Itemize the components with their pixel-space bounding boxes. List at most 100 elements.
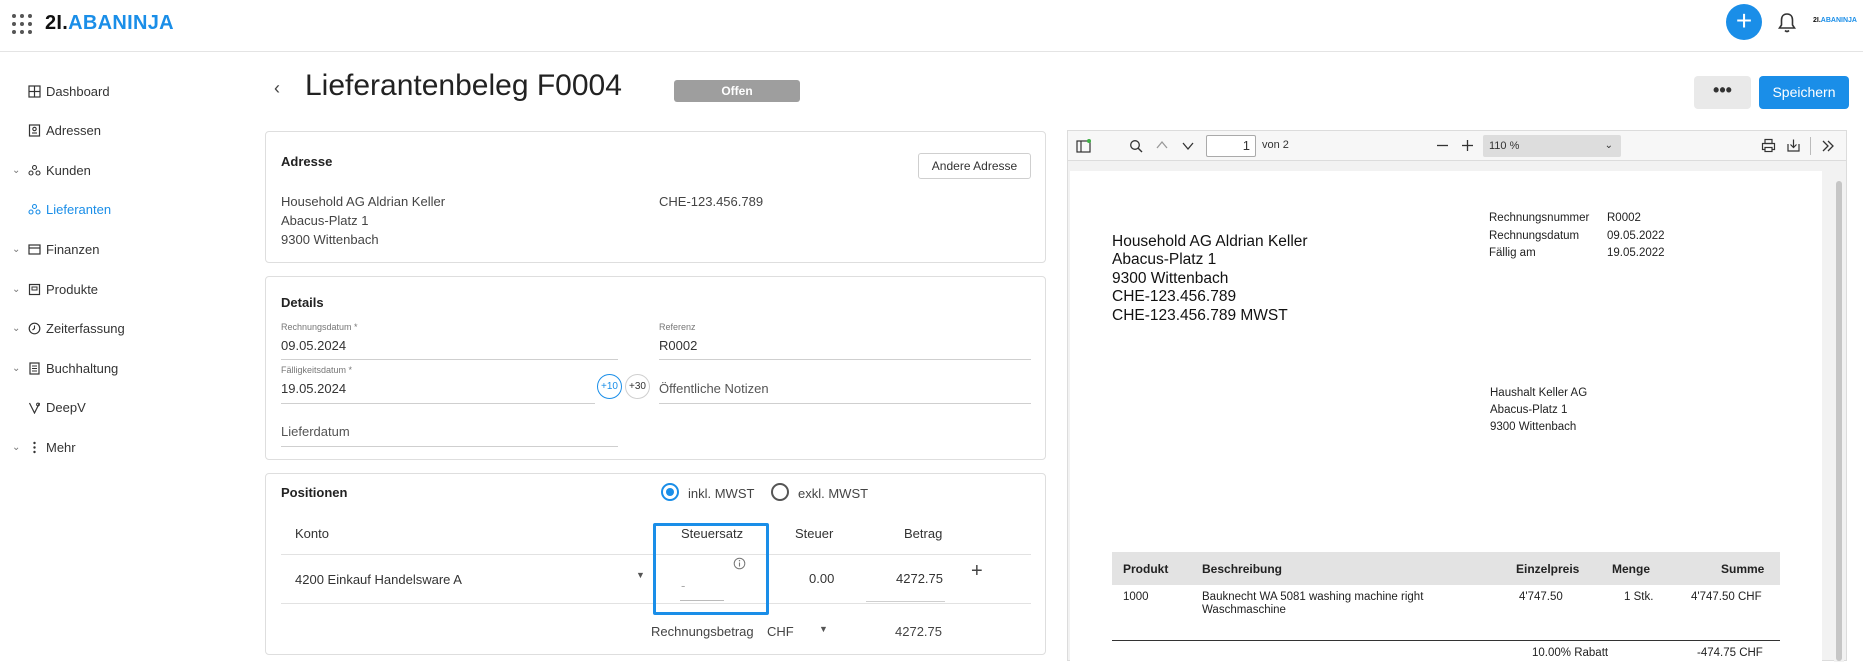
page-number-input[interactable]: 1 bbox=[1206, 135, 1256, 157]
pdf-meta-label: Fällig am bbox=[1489, 247, 1536, 259]
notifications-bell-icon[interactable] bbox=[1777, 12, 1797, 34]
details-heading: Details bbox=[281, 295, 324, 310]
pdf-meta-value: 19.05.2022 bbox=[1607, 247, 1665, 259]
create-new-button[interactable]: + bbox=[1726, 4, 1762, 40]
field-underline bbox=[281, 403, 595, 404]
plus-30-days-chip[interactable]: +30 bbox=[625, 374, 650, 399]
dropdown-arrow-icon[interactable]: ▼ bbox=[636, 570, 645, 580]
address-heading: Adresse bbox=[281, 154, 333, 169]
public-notes-field[interactable]: Öffentliche Notizen bbox=[659, 381, 769, 396]
sidebar-item-adressen[interactable]: Adressen bbox=[0, 115, 240, 145]
sidebar-item-buchhaltung[interactable]: ⌄ Buchhaltung bbox=[0, 353, 240, 383]
delivery-date-field[interactable]: Lieferdatum bbox=[281, 424, 350, 439]
sidebar-item-zeiterfassung[interactable]: ⌄ Zeiterfassung bbox=[0, 313, 240, 343]
pdf-sender-line-3: 9300 Wittenbach bbox=[1112, 270, 1229, 287]
invoice-date-label: Rechnungsdatum * bbox=[281, 322, 358, 332]
account-select[interactable]: 4200 Einkauf Handelsware A bbox=[295, 572, 462, 587]
address-book-icon bbox=[28, 123, 41, 137]
positions-heading: Positionen bbox=[281, 485, 348, 500]
pdf-recipient-line-1: Haushalt Keller AG bbox=[1490, 387, 1588, 399]
details-card: Details Rechnungsdatum * 09.05.2024 Refe… bbox=[265, 276, 1046, 460]
sidebar-item-kunden[interactable]: ⌄ Kunden bbox=[0, 155, 240, 185]
app-logo[interactable]: 2I.ABANINJA bbox=[45, 12, 174, 35]
plus-10-days-chip[interactable]: +10 bbox=[597, 374, 622, 399]
save-button[interactable]: Speichern bbox=[1759, 76, 1849, 109]
sidebar-toggle-icon[interactable] bbox=[1076, 139, 1091, 153]
chevron-down-icon[interactable]: ⌄ bbox=[12, 323, 20, 334]
pdf-discount-label: 10.00% Rabatt bbox=[1532, 647, 1609, 659]
pdf-scrollbar[interactable] bbox=[1834, 167, 1844, 662]
column-header-account: Konto bbox=[295, 526, 329, 541]
pdf-cell-price: 4'747.50 bbox=[1519, 591, 1563, 603]
pdf-cell-sum: 4'747.50 CHF bbox=[1691, 591, 1762, 603]
incl-vat-label[interactable]: inkl. MWST bbox=[688, 486, 754, 501]
pdf-cell-quantity: 1 Stk. bbox=[1624, 591, 1654, 603]
sidebar-item-mehr[interactable]: ⌄ Mehr bbox=[0, 432, 240, 462]
back-button[interactable]: ‹ bbox=[274, 78, 280, 99]
chevron-down-icon[interactable]: ⌄ bbox=[12, 284, 20, 295]
account-logo[interactable]: 2I.ABANINJA bbox=[1813, 17, 1857, 24]
app-launcher-icon[interactable] bbox=[12, 14, 32, 34]
more-actions-button[interactable]: ••• bbox=[1694, 76, 1751, 109]
sidebar-item-produkte[interactable]: ⌄ Produkte bbox=[0, 274, 240, 304]
pdf-cell-description-1: Bauknecht WA 5081 washing machine right bbox=[1202, 591, 1424, 603]
reference-field[interactable]: R0002 bbox=[659, 338, 697, 353]
sidebar-item-finanzen[interactable]: ⌄ Finanzen bbox=[0, 234, 240, 264]
add-position-button[interactable]: + bbox=[971, 560, 983, 583]
reference-label: Referenz bbox=[659, 322, 696, 332]
field-underline bbox=[659, 403, 1031, 404]
pdf-header-product: Produkt bbox=[1123, 562, 1169, 576]
amount-field[interactable]: 4272.75 bbox=[896, 571, 943, 586]
currency-dropdown-arrow-icon[interactable]: ▼ bbox=[819, 624, 828, 634]
pdf-sender-line-4: CHE-123.456.789 bbox=[1112, 288, 1237, 305]
print-icon[interactable] bbox=[1761, 138, 1776, 153]
pdf-recipient-line-3: 9300 Wittenbach bbox=[1490, 421, 1577, 433]
address-line-3: 9300 Wittenbach bbox=[281, 232, 379, 247]
zoom-select[interactable]: 110 % ⌄ bbox=[1483, 135, 1621, 157]
pdf-page: Household AG Aldrian Keller Abacus-Platz… bbox=[1070, 171, 1822, 662]
search-icon[interactable] bbox=[1129, 139, 1143, 153]
pdf-cell-product: 1000 bbox=[1123, 591, 1149, 603]
incl-vat-radio[interactable] bbox=[661, 483, 679, 501]
column-header-tax: Steuer bbox=[795, 526, 834, 541]
invoice-date-field[interactable]: 09.05.2024 bbox=[281, 338, 346, 353]
column-header-amount: Betrag bbox=[904, 526, 943, 541]
sidebar-item-lieferanten[interactable]: Lieferanten bbox=[0, 194, 240, 224]
page-count: von 2 bbox=[1262, 139, 1289, 151]
chevron-down-icon[interactable]: ⌄ bbox=[12, 244, 20, 255]
currency-select[interactable]: CHF bbox=[767, 624, 794, 639]
chevron-down-icon[interactable]: ⌄ bbox=[12, 165, 20, 176]
pdf-sender-line-5: CHE-123.456.789 MWST bbox=[1112, 307, 1288, 324]
pdf-toolbar: 1 von 2 110 % ⌄ bbox=[1068, 131, 1846, 161]
due-date-label: Fälligkeitsdatum * bbox=[281, 365, 353, 375]
clock-icon bbox=[28, 322, 41, 335]
download-icon[interactable] bbox=[1786, 138, 1801, 153]
chevron-down-icon[interactable]: ⌄ bbox=[12, 363, 20, 374]
pdf-scroll-thumb[interactable] bbox=[1836, 181, 1842, 661]
previous-page-icon[interactable] bbox=[1156, 140, 1168, 150]
address-card: Adresse Andere Adresse Household AG Aldr… bbox=[265, 131, 1046, 263]
field-underline bbox=[866, 601, 945, 602]
deepv-icon bbox=[28, 401, 41, 414]
tax-rate-highlight bbox=[653, 523, 769, 615]
excl-vat-radio[interactable] bbox=[771, 483, 789, 501]
pdf-cell-description-2: Waschmaschine bbox=[1202, 604, 1286, 616]
total-label: Rechnungsbetrag bbox=[651, 624, 754, 639]
field-underline bbox=[659, 359, 1031, 360]
due-date-field[interactable]: 19.05.2024 bbox=[281, 381, 346, 396]
sidebar-item-deepv[interactable]: DeepV bbox=[0, 392, 240, 422]
next-page-icon[interactable] bbox=[1182, 141, 1194, 151]
products-icon bbox=[28, 283, 41, 296]
zoom-out-icon[interactable] bbox=[1436, 139, 1449, 152]
sidebar-item-dashboard[interactable]: Dashboard bbox=[0, 76, 240, 106]
chevron-down-icon[interactable]: ⌄ bbox=[12, 442, 20, 453]
dashboard-icon bbox=[28, 84, 41, 98]
pdf-meta-value: R0002 bbox=[1607, 212, 1641, 224]
pdf-header-unit-price: Einzelpreis bbox=[1516, 562, 1580, 576]
other-address-button[interactable]: Andere Adresse bbox=[918, 153, 1031, 179]
pdf-meta-value: 09.05.2022 bbox=[1607, 230, 1665, 242]
tools-expand-icon[interactable] bbox=[1821, 139, 1835, 153]
excl-vat-label[interactable]: exkl. MWST bbox=[798, 486, 868, 501]
zoom-in-icon[interactable] bbox=[1461, 139, 1474, 152]
pdf-recipient-line-2: Abacus-Platz 1 bbox=[1490, 404, 1568, 416]
